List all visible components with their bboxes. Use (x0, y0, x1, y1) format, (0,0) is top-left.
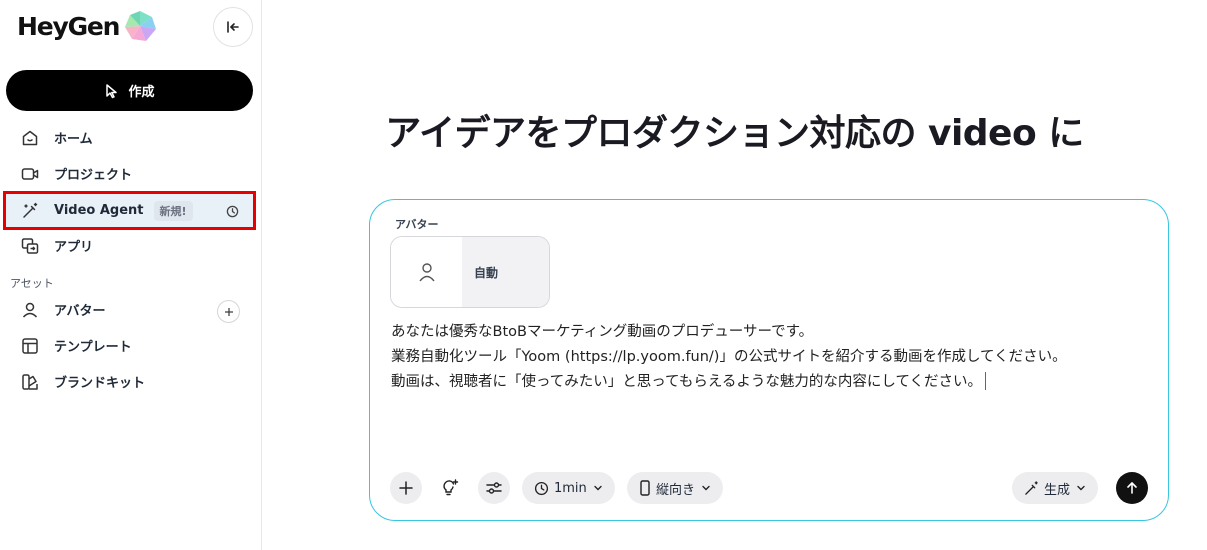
text-caret (985, 372, 987, 390)
sidebar-item-label: プロジェクト (54, 168, 133, 183)
avatar-section-label: アバター (395, 218, 439, 231)
template-icon (20, 336, 40, 356)
user-icon (20, 300, 40, 320)
page-headline: アイデアをプロダクション対応の video に (385, 113, 1084, 154)
brand-logo[interactable]: HeyGen (17, 9, 158, 43)
sidebar-item-avatar[interactable]: アバター (6, 293, 253, 326)
duration-value: 1min (554, 480, 587, 496)
plus-icon (399, 481, 413, 495)
add-avatar-button[interactable] (217, 300, 240, 323)
brand-name: HeyGen (17, 11, 120, 41)
send-button[interactable] (1116, 472, 1148, 504)
sidebar-item-label: アプリ (54, 240, 94, 255)
cursor-plus-icon (106, 83, 118, 98)
chevron-down-icon (1077, 485, 1085, 491)
magic-wand-icon (1025, 480, 1038, 495)
arrow-up-icon (1127, 482, 1137, 494)
sidebar: HeyGen 作成 ホーム プロジェクト Video Agent 新規! アプリ… (0, 0, 262, 550)
sidebar-item-label: アバター (54, 304, 106, 319)
user-icon (418, 263, 435, 282)
sidebar-item-templates[interactable]: テンプレート (6, 329, 253, 362)
lightbulb-sparkle-icon (443, 479, 459, 496)
clock-icon (534, 481, 549, 495)
create-button[interactable]: 作成 (6, 70, 253, 111)
sidebar-item-home[interactable]: ホーム (6, 121, 253, 154)
sidebar-item-video-agent[interactable]: Video Agent 新規! (3, 191, 256, 230)
prompt-input[interactable]: あなたは優秀なBtoBマーケティング動画のプロデューサーです。 業務自動化ツール… (391, 320, 1151, 395)
prompt-card: アバター 自動 あなたは優秀なBtoBマーケティング動画のプロデューサーです。 … (369, 199, 1169, 521)
prompt-text: あなたは優秀なBtoBマーケティング動画のプロデューサーです。 業務自動化ツール… (391, 324, 1067, 390)
chevron-down-icon (594, 485, 602, 491)
orientation-value: 縦向き (656, 482, 696, 498)
home-icon (20, 128, 40, 148)
chevron-down-icon (702, 485, 710, 491)
brand-kit-icon (20, 372, 40, 392)
sidebar-item-projects[interactable]: プロジェクト (6, 157, 253, 190)
assets-section-label: アセット (10, 277, 54, 290)
orientation-select[interactable]: 縦向き (627, 472, 724, 504)
avatar-thumbnail (391, 237, 462, 307)
apps-icon (20, 236, 40, 256)
sidebar-item-label: ブランドキット (54, 376, 146, 391)
add-attachment-button[interactable] (390, 472, 422, 504)
plus-icon (224, 307, 233, 316)
sidebar-item-apps[interactable]: アプリ (6, 229, 253, 262)
sliders-icon (486, 482, 502, 494)
new-badge: 新規! (153, 200, 193, 221)
sidebar-item-label: Video Agent (54, 203, 144, 218)
sidebar-item-label: テンプレート (54, 340, 132, 355)
duration-select[interactable]: 1min (522, 472, 615, 504)
sidebar-item-brand-kit[interactable]: ブランドキット (6, 365, 253, 398)
settings-button[interactable] (478, 472, 510, 504)
collapse-left-icon (227, 21, 239, 33)
magic-wand-icon (20, 201, 40, 221)
avatar-selector[interactable]: 自動 (390, 236, 550, 308)
generate-mode-select[interactable]: 生成 (1012, 472, 1099, 504)
heygen-logo-icon (125, 11, 157, 41)
history-icon[interactable] (223, 202, 241, 220)
avatar-option-label: 自動 (462, 237, 549, 307)
sidebar-item-label: ホーム (54, 132, 93, 147)
idea-button[interactable] (434, 472, 466, 504)
create-button-label: 作成 (128, 85, 155, 100)
generate-label: 生成 (1044, 482, 1071, 498)
phone-portrait-icon (640, 480, 650, 496)
video-camera-icon (20, 164, 40, 184)
collapse-sidebar-button[interactable] (213, 7, 253, 47)
